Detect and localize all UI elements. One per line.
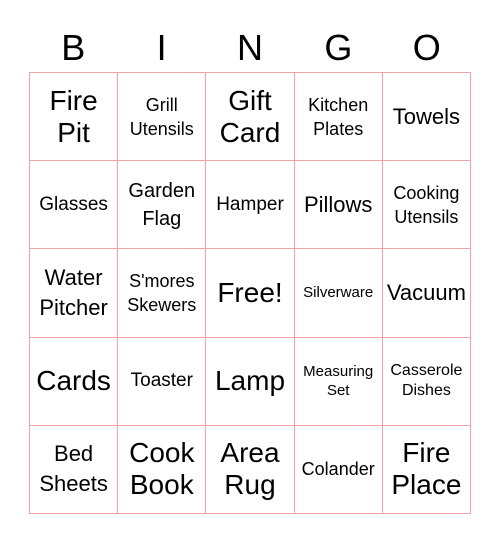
header-letter-b: B	[61, 27, 86, 68]
cell-label: Garden Flag	[128, 179, 196, 230]
bingo-cell[interactable]: S'mores Skewers	[118, 249, 207, 338]
bingo-cell[interactable]: Fire Place	[382, 425, 471, 514]
bingo-cell[interactable]: Grill Utensils	[118, 73, 207, 162]
cell-label: Glasses	[39, 193, 108, 215]
cell-label: Kitchen Plates	[308, 94, 369, 139]
bingo-cell[interactable]: Glasses	[30, 161, 119, 250]
bingo-cell[interactable]: Area Rug	[206, 425, 295, 514]
cell-label: Gift Card	[219, 84, 281, 148]
cell-label: Cooking Utensils	[393, 182, 460, 227]
bingo-cell[interactable]: Measuring Set	[294, 337, 383, 426]
cell-label: Pillows	[303, 191, 373, 217]
bingo-cell[interactable]: Casserole Dishes	[382, 337, 471, 426]
bingo-cell[interactable]: Lamp	[206, 337, 295, 426]
cell-label: Hamper	[216, 193, 284, 215]
cell-label: Cook Book	[129, 437, 195, 501]
cell-label: Casserole Dishes	[390, 362, 463, 400]
bingo-cell[interactable]: Vacuum	[382, 249, 471, 338]
cell-label: Towels	[392, 103, 461, 129]
cell-label: Vacuum	[386, 279, 466, 305]
cell-label: Fire Place	[391, 437, 462, 501]
cell-label: Water Pitcher	[39, 264, 108, 320]
bingo-header: B I N G O	[29, 24, 471, 72]
bingo-cell[interactable]: Garden Flag	[118, 161, 207, 250]
header-letter-g: G	[324, 27, 353, 68]
cell-label: S'mores Skewers	[127, 270, 197, 315]
free-space-cell[interactable]: Free!	[206, 249, 295, 338]
bingo-cell[interactable]: Fire Pit	[30, 73, 119, 162]
cell-label: Grill Utensils	[129, 94, 194, 139]
cell-label: Lamp	[214, 365, 286, 397]
bingo-cell[interactable]: Cook Book	[118, 425, 207, 514]
header-letter-n: N	[236, 27, 263, 68]
cell-label: Free!	[217, 276, 283, 308]
bingo-cell[interactable]: Colander	[294, 425, 383, 514]
cell-label: Cards	[36, 365, 111, 397]
bingo-cell[interactable]: Toaster	[118, 337, 207, 426]
bingo-cell[interactable]: Bed Sheets	[30, 425, 119, 514]
cell-label: Silverware	[303, 284, 374, 302]
bingo-cell[interactable]: Gift Card	[206, 73, 295, 162]
bingo-cell[interactable]: Towels	[382, 73, 471, 162]
bingo-cell[interactable]: Kitchen Plates	[294, 73, 383, 162]
header-letter-i: I	[156, 27, 167, 68]
cell-label: Bed Sheets	[39, 441, 108, 497]
bingo-card-grid: Fire Pit Grill Utensils Gift Card Kitche…	[29, 72, 471, 514]
header-letter-o: O	[412, 27, 441, 68]
bingo-cell[interactable]: Silverware	[294, 249, 383, 338]
bingo-cell[interactable]: Hamper	[206, 161, 295, 250]
bingo-cell[interactable]: Pillows	[294, 161, 383, 250]
cell-label: Fire Pit	[49, 84, 98, 148]
cell-label: Toaster	[130, 370, 193, 392]
bingo-cell[interactable]: Water Pitcher	[30, 249, 119, 338]
bingo-cell[interactable]: Cooking Utensils	[382, 161, 471, 250]
bingo-cell[interactable]: Cards	[30, 337, 119, 426]
cell-label: Colander	[301, 459, 375, 480]
cell-label: Measuring Set	[303, 363, 374, 400]
cell-label: Area Rug	[220, 437, 280, 501]
